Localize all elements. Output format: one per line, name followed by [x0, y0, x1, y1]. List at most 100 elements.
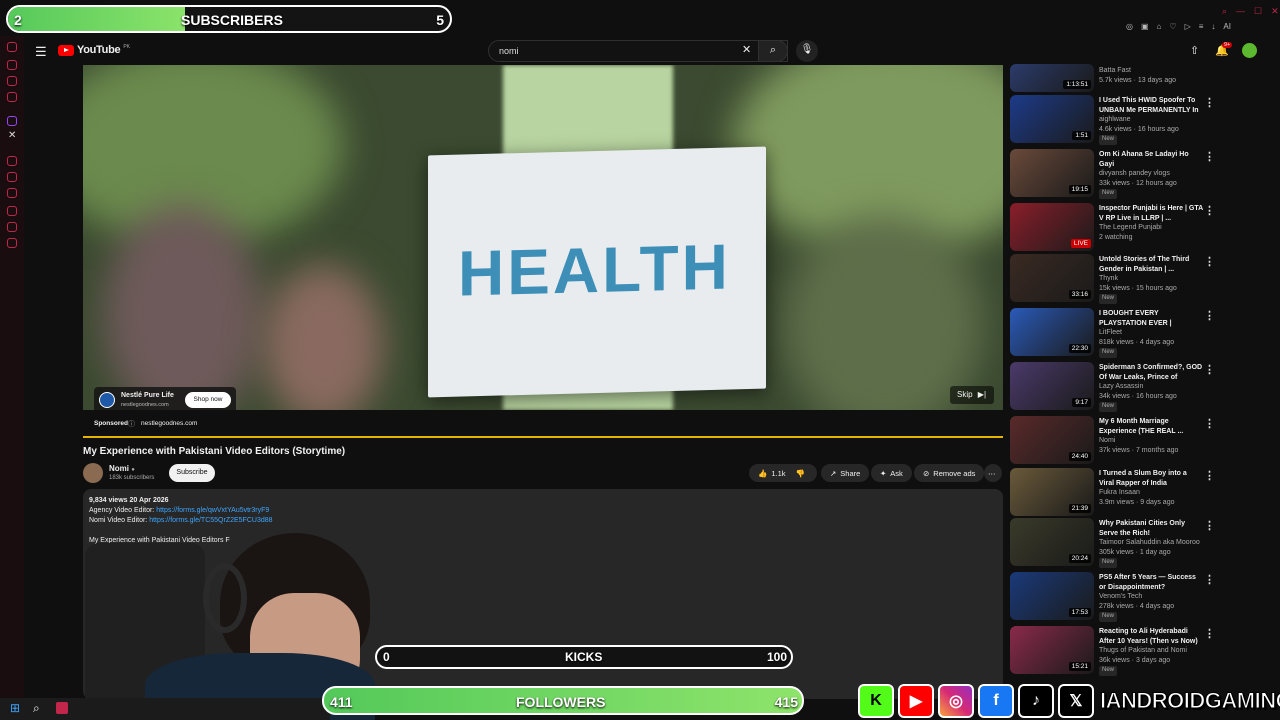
close-icon[interactable]: ✕	[1271, 6, 1279, 17]
recommendation-title: I Used This HWID Spoofer To UNBAN Me PER…	[1099, 97, 1199, 114]
recommendation-views: 818k views · 4 days ago	[1099, 338, 1175, 346]
clear-search-icon[interactable]: ✕	[742, 43, 751, 56]
skip-ad-button[interactable]: Skip ▶|	[950, 386, 994, 404]
recommendation-thumbnail[interactable]: 22:30	[1010, 308, 1094, 356]
twitch-icon[interactable]	[7, 116, 17, 126]
download-icon[interactable]: ↓	[1211, 22, 1215, 31]
recommendation-meta[interactable]: I Turned a Slum Boy into a Viral Rapper …	[1099, 469, 1203, 507]
kick-icon: K	[858, 684, 894, 718]
recommendation-thumbnail[interactable]: 1:51	[1010, 95, 1094, 143]
voice-search-button[interactable]: 🎙	[796, 40, 818, 62]
recommendation-thumbnail[interactable]: 17:53	[1010, 572, 1094, 620]
recommendation-thumbnail[interactable]: 15:21	[1010, 626, 1094, 674]
sidebar-app-icon[interactable]	[7, 92, 17, 102]
recommendation-title: Om Ki Ahana Se Ladayi Ho Gayi	[1099, 151, 1189, 168]
recommendation-meta[interactable]: I Used This HWID Spoofer To UNBAN Me PER…	[1099, 96, 1203, 145]
channel-avatar[interactable]	[83, 463, 103, 483]
sidebar-app-icon[interactable]	[7, 76, 17, 86]
recommendation-meta[interactable]: I BOUGHT EVERY PLAYSTATION EVER | Expens…	[1099, 309, 1203, 358]
bookmark-icon[interactable]: ⌂	[1157, 22, 1162, 31]
kicks-goal-bar: 0 KICKS 100	[375, 645, 793, 669]
heart-icon[interactable]: ♡	[1169, 22, 1176, 31]
new-badge: New	[1099, 294, 1118, 304]
hamburger-menu-icon[interactable]: ☰	[35, 44, 47, 60]
x-icon[interactable]: ✕	[8, 130, 16, 141]
info-icon[interactable]: ⓘ	[128, 419, 135, 429]
avatar[interactable]	[1242, 43, 1257, 58]
more-options-icon[interactable]: ⋮	[1204, 469, 1215, 482]
subscribers-progress-fill	[8, 7, 185, 31]
more-options-icon[interactable]: ⋮	[1204, 96, 1215, 109]
windows-start-icon[interactable]: ⊞	[10, 701, 20, 715]
more-actions-button[interactable]: ⋯	[984, 464, 1002, 482]
search-icon[interactable]: ⌕	[1222, 6, 1227, 17]
window-controls: ⌕ — ☐ ✕	[1222, 6, 1279, 17]
camera-icon[interactable]: ◎	[1126, 22, 1133, 31]
more-options-icon[interactable]: ⋮	[1204, 363, 1215, 376]
recommendation-meta[interactable]: PS5 After 5 Years — Success or Disappoin…	[1099, 573, 1203, 622]
recommendation-thumbnail[interactable]: 1:13:51	[1010, 64, 1094, 92]
like-icon[interactable]: 👍	[758, 469, 767, 478]
recommendation-meta[interactable]: Inspector Punjabi is Here | GTA V RP Liv…	[1099, 204, 1203, 242]
sparkle-icon: ✦	[880, 468, 887, 478]
maximize-icon[interactable]: ☐	[1254, 6, 1262, 17]
recommendation-views: 305k views · 1 day ago	[1099, 548, 1171, 556]
recommendation-meta[interactable]: Batta Fast 5.7k views · 13 days ago	[1099, 66, 1203, 85]
followers-goal: 415	[774, 694, 798, 710]
menu-icon[interactable]: ≡	[1199, 22, 1204, 31]
channel-name[interactable]: Nomi ●	[109, 464, 135, 473]
kicks-current: 0	[383, 650, 390, 664]
screenshot-icon[interactable]: ▣	[1141, 22, 1149, 31]
sidebar-app-icon[interactable]	[7, 238, 17, 248]
sidebar-app-icon[interactable]	[7, 172, 17, 182]
sidebar-app-icon[interactable]	[7, 42, 17, 52]
dislike-icon[interactable]: 👎	[796, 469, 805, 478]
remove-ads-button[interactable]: ⊘ Remove ads	[914, 464, 985, 482]
taskbar-app-icon[interactable]	[56, 702, 68, 714]
sponsored-domain[interactable]: nestlegoodnes.com	[141, 420, 197, 427]
more-options-icon[interactable]: ⋮	[1204, 573, 1215, 586]
recommendation-thumbnail[interactable]: 19:15	[1010, 149, 1094, 197]
youtube-logo[interactable]: YouTube PK	[58, 44, 130, 56]
share-button[interactable]: ↗ Share	[821, 464, 870, 482]
recommendation-meta[interactable]: Spiderman 3 Confirmed?, GOD Of War Leaks…	[1099, 363, 1203, 412]
more-options-icon[interactable]: ⋮	[1204, 150, 1215, 163]
recommendation-thumbnail[interactable]: 21:39	[1010, 468, 1094, 516]
sidebar-app-icon[interactable]	[7, 188, 17, 198]
more-options-icon[interactable]: ⋮	[1204, 417, 1215, 430]
subscribe-button[interactable]: Subscribe	[169, 464, 215, 482]
recommendation-views: 278k views · 4 days ago	[1099, 602, 1175, 610]
play-icon[interactable]: ▷	[1185, 22, 1191, 31]
more-options-icon[interactable]: ⋮	[1204, 519, 1215, 532]
search-button[interactable]: ⌕	[758, 40, 788, 62]
video-player[interactable]: HEALTH	[83, 65, 1003, 410]
recommendation-thumbnail[interactable]: LIVE	[1010, 203, 1094, 251]
recommendation-meta[interactable]: Untold Stories of The Third Gender in Pa…	[1099, 255, 1203, 304]
ai-label[interactable]: AI	[1223, 22, 1231, 31]
recommendation-meta[interactable]: Reacting to Ali Hyderabadi After 10 Year…	[1099, 627, 1203, 676]
more-options-icon[interactable]: ⋮	[1204, 627, 1215, 640]
more-options-icon[interactable]: ⋮	[1204, 204, 1215, 217]
recommendation-thumbnail[interactable]: 24:40	[1010, 416, 1094, 464]
recommendation-meta[interactable]: Om Ki Ahana Se Ladayi Ho Gayi divyansh pa…	[1099, 150, 1203, 199]
recommendation-thumbnail[interactable]: 20:24	[1010, 518, 1094, 566]
country-code: PK	[123, 44, 130, 50]
sidebar-app-icon[interactable]	[7, 206, 17, 216]
recommendation-thumbnail[interactable]: 9:17	[1010, 362, 1094, 410]
upload-icon[interactable]: ⇧	[1190, 44, 1199, 57]
skip-label: Skip	[957, 390, 973, 399]
more-options-icon[interactable]: ⋮	[1204, 255, 1215, 268]
shop-now-button[interactable]: Shop now	[185, 392, 231, 408]
recommendation-thumbnail[interactable]: 33:16	[1010, 254, 1094, 302]
sidebar-app-icon[interactable]	[7, 60, 17, 70]
taskbar-search-icon[interactable]: ⌕	[33, 701, 40, 716]
agency-form-link[interactable]: https://forms.gle/qwVxtYAu5vtr3ryF9	[156, 507, 269, 514]
ask-button[interactable]: ✦ Ask	[871, 464, 912, 482]
sidebar-app-icon[interactable]	[7, 222, 17, 232]
minimize-icon[interactable]: —	[1236, 6, 1245, 17]
recommendation-meta[interactable]: My 6 Month Marriage Experience (THE REAL…	[1099, 417, 1203, 455]
recommendation-meta[interactable]: Why Pakistani Cities Only Serve the Rich…	[1099, 519, 1203, 568]
more-options-icon[interactable]: ⋮	[1204, 309, 1215, 322]
sidebar-app-icon[interactable]	[7, 156, 17, 166]
like-count[interactable]: 1.1k	[771, 469, 785, 478]
